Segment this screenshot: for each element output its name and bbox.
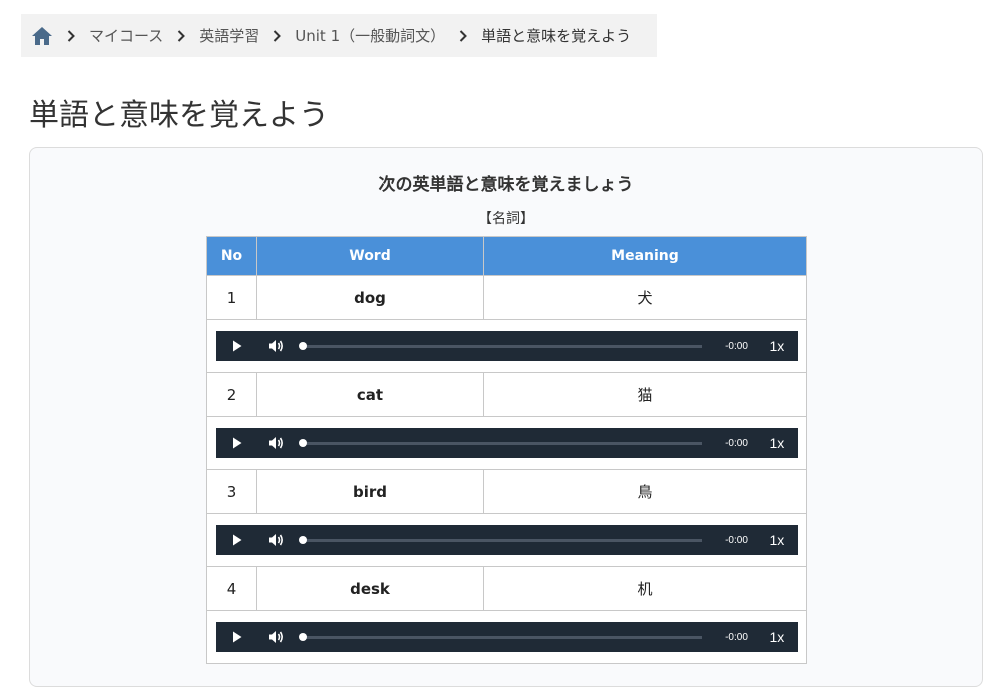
volume-icon[interactable] xyxy=(258,533,294,547)
chevron-right-icon xyxy=(59,29,83,42)
cell-no: 4 xyxy=(206,566,257,611)
progress-knob[interactable] xyxy=(298,632,307,641)
cell-word: cat xyxy=(256,372,484,417)
breadcrumb: マイコース 英語学習 Unit 1（一般動詞文） 単語と意味を覚えよう xyxy=(21,14,657,57)
play-icon[interactable] xyxy=(216,631,258,643)
vocabulary-table-body: 1 dog 犬 -0:00 1x 2 cat 猫 -0:00 1x 3 bird… xyxy=(206,275,807,664)
playback-rate-button[interactable]: 1x xyxy=(770,629,785,645)
audio-progress-slider[interactable] xyxy=(298,632,702,641)
playback-rate-button[interactable]: 1x xyxy=(770,338,785,354)
play-icon[interactable] xyxy=(216,340,258,352)
audio-cell: -0:00 1x xyxy=(206,319,807,373)
audio-time-remaining: -0:00 xyxy=(725,631,748,643)
table-row: 1 dog 犬 xyxy=(206,275,807,320)
progress-knob[interactable] xyxy=(298,535,307,544)
breadcrumb-item-english[interactable]: 英語学習 xyxy=(199,25,259,46)
audio-row: -0:00 1x xyxy=(206,319,807,373)
card-heading: 次の英単語と意味を覚えましょう xyxy=(378,175,634,195)
audio-player[interactable]: -0:00 1x xyxy=(215,622,798,652)
play-icon[interactable] xyxy=(216,534,258,546)
table-row: 4 desk 机 xyxy=(206,566,807,611)
cell-word: desk xyxy=(256,566,484,611)
audio-cell: -0:00 1x xyxy=(206,513,807,567)
cell-meaning: 猫 xyxy=(483,372,807,417)
audio-time-remaining: -0:00 xyxy=(725,534,748,546)
cell-no: 1 xyxy=(206,275,257,320)
audio-row: -0:00 1x xyxy=(206,416,807,470)
chevron-right-icon xyxy=(169,29,193,42)
volume-icon[interactable] xyxy=(258,436,294,450)
audio-cell: -0:00 1x xyxy=(206,610,807,664)
audio-player[interactable]: -0:00 1x xyxy=(215,428,798,458)
chevron-right-icon xyxy=(265,29,289,42)
playback-rate-button[interactable]: 1x xyxy=(770,435,785,451)
audio-progress-slider[interactable] xyxy=(298,341,702,350)
vocabulary-table: No Word Meaning 1 dog 犬 -0:00 1x 2 cat 猫… xyxy=(206,236,807,664)
content-card: 次の英単語と意味を覚えましょう 【名詞】 No Word Meaning 1 d… xyxy=(29,147,983,687)
progress-knob[interactable] xyxy=(298,341,307,350)
audio-time-remaining: -0:00 xyxy=(725,437,748,449)
cell-word: dog xyxy=(256,275,484,320)
breadcrumb-current: 単語と意味を覚えよう xyxy=(481,27,632,45)
volume-icon[interactable] xyxy=(258,630,294,644)
audio-time-remaining: -0:00 xyxy=(725,340,748,352)
column-header-no: No xyxy=(206,236,257,276)
cell-meaning: 犬 xyxy=(483,275,807,320)
volume-icon[interactable] xyxy=(258,339,294,353)
audio-row: -0:00 1x xyxy=(206,513,807,567)
home-icon[interactable] xyxy=(31,26,53,46)
audio-player[interactable]: -0:00 1x xyxy=(215,525,798,555)
chevron-right-icon xyxy=(451,29,475,42)
cell-word: bird xyxy=(256,469,484,514)
part-of-speech-label: 【名詞】 xyxy=(478,211,534,227)
audio-player[interactable]: -0:00 1x xyxy=(215,331,798,361)
progress-knob[interactable] xyxy=(298,438,307,447)
breadcrumb-item-my-courses[interactable]: マイコース xyxy=(89,25,163,46)
breadcrumb-item-unit1[interactable]: Unit 1（一般動詞文） xyxy=(295,25,445,46)
page-title: 単語と意味を覚えよう xyxy=(29,98,329,133)
column-header-word: Word xyxy=(256,236,484,276)
playback-rate-button[interactable]: 1x xyxy=(770,532,785,548)
table-row: 3 bird 鳥 xyxy=(206,469,807,514)
cell-no: 3 xyxy=(206,469,257,514)
column-header-meaning: Meaning xyxy=(483,236,807,276)
audio-row: -0:00 1x xyxy=(206,610,807,664)
cell-meaning: 鳥 xyxy=(483,469,807,514)
audio-cell: -0:00 1x xyxy=(206,416,807,470)
table-row: 2 cat 猫 xyxy=(206,372,807,417)
cell-meaning: 机 xyxy=(483,566,807,611)
audio-progress-slider[interactable] xyxy=(298,438,702,447)
cell-no: 2 xyxy=(206,372,257,417)
play-icon[interactable] xyxy=(216,437,258,449)
table-header-row: No Word Meaning xyxy=(206,236,807,276)
audio-progress-slider[interactable] xyxy=(298,535,702,544)
